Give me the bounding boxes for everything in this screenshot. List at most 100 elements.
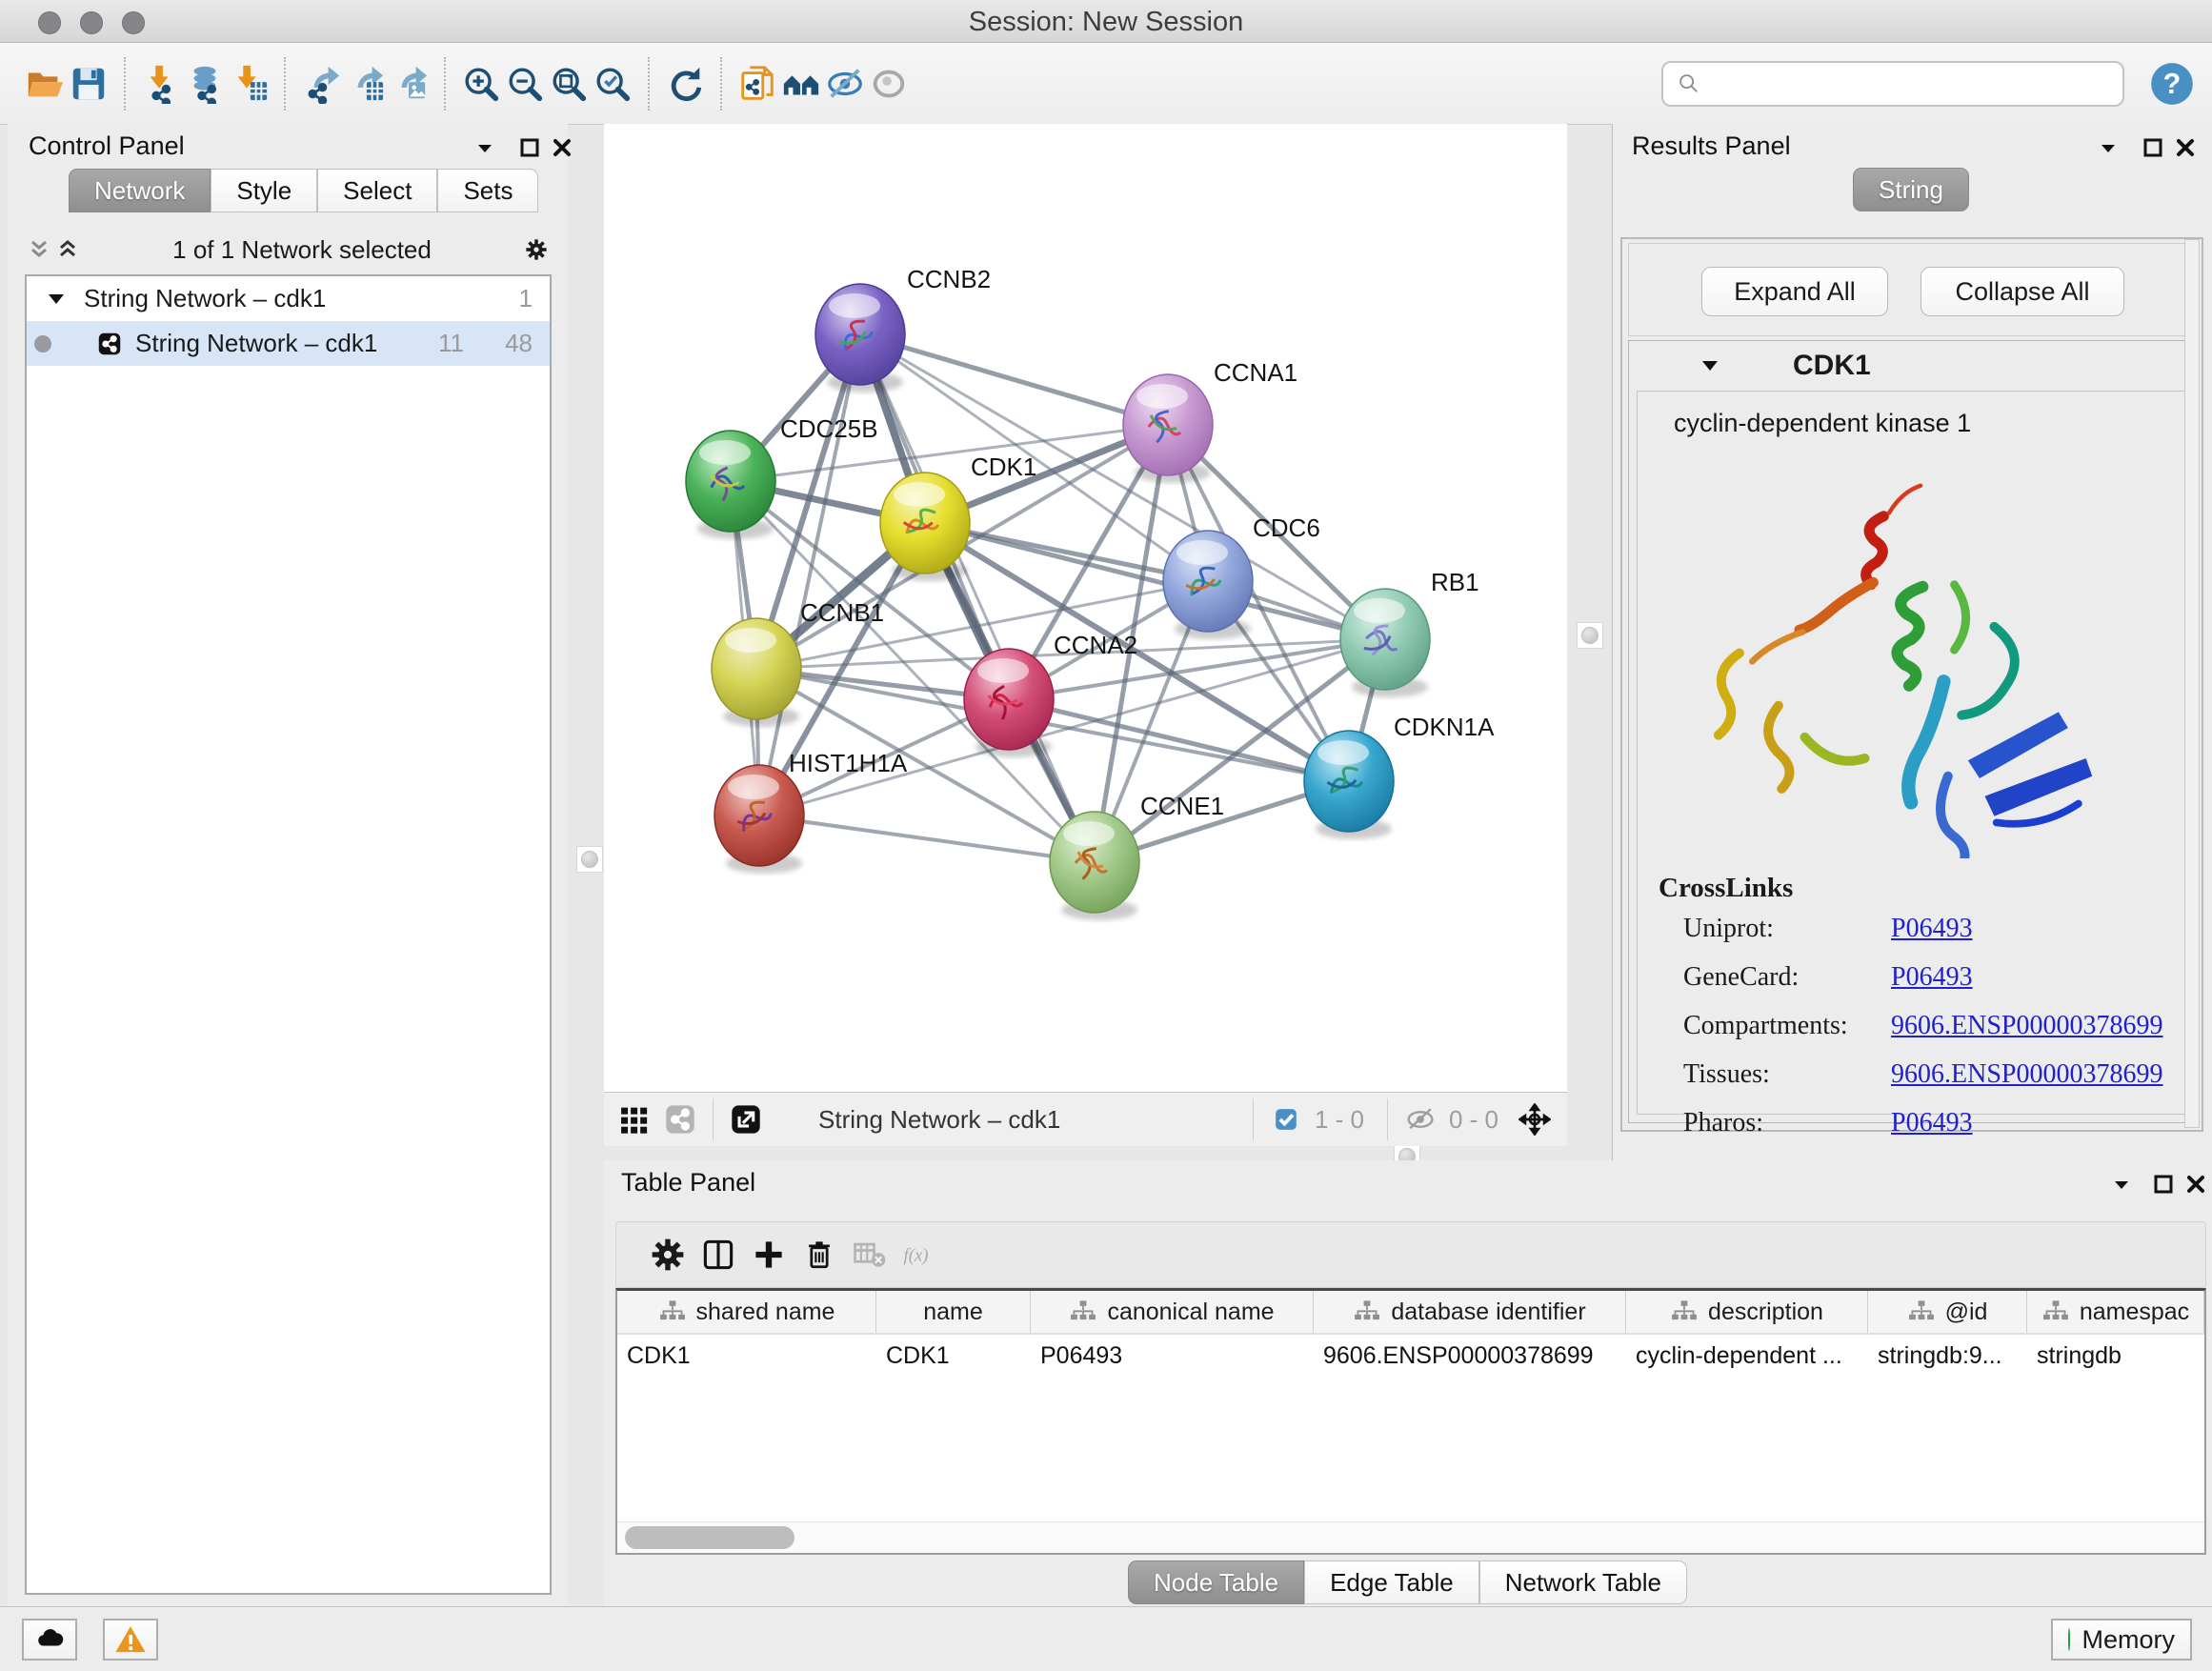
window-titlebar: Session: New Session bbox=[0, 0, 2212, 43]
tab-network[interactable]: Network bbox=[69, 169, 211, 212]
show-columns-icon[interactable] bbox=[694, 1230, 743, 1279]
expand-all-icon[interactable] bbox=[53, 235, 82, 264]
tab-string[interactable]: String bbox=[1853, 168, 1969, 211]
fit-crosshair-icon[interactable] bbox=[1516, 1100, 1554, 1138]
control-panel-close-icon[interactable] bbox=[548, 133, 576, 162]
zoom-fit-icon[interactable] bbox=[547, 62, 591, 106]
table-cell[interactable]: P06493 bbox=[1031, 1335, 1314, 1377]
tab-sets[interactable]: Sets bbox=[437, 169, 538, 212]
table-cell[interactable]: stringdb bbox=[2027, 1335, 2204, 1377]
column-header-name[interactable]: name bbox=[876, 1291, 1031, 1333]
table-row[interactable]: CDK1CDK1P064939606.ENSP00000378699cyclin… bbox=[617, 1335, 2204, 1377]
apply-layout-icon[interactable] bbox=[663, 62, 707, 106]
clone-network-icon[interactable] bbox=[735, 62, 779, 106]
selected-checkbox-icon[interactable] bbox=[1267, 1100, 1305, 1138]
tab-style[interactable]: Style bbox=[211, 169, 317, 212]
import-network-icon[interactable] bbox=[139, 62, 183, 106]
crosslink-row: Pharos: P06493 bbox=[1683, 1108, 2160, 1138]
collection-label: String Network – cdk1 bbox=[84, 284, 326, 313]
right-splitter-handle[interactable] bbox=[1577, 622, 1603, 649]
table-cell[interactable]: CDK1 bbox=[876, 1335, 1031, 1377]
crosslink-link[interactable]: 9606.ENSP00000378699 bbox=[1891, 1011, 2162, 1041]
results-panel-close-icon[interactable] bbox=[2171, 133, 2200, 162]
show-all-icon[interactable] bbox=[867, 62, 911, 106]
crosslink-link[interactable]: P06493 bbox=[1891, 962, 1973, 993]
column-header-description[interactable]: description bbox=[1626, 1291, 1868, 1333]
crosslink-link[interactable]: 9606.ENSP00000378699 bbox=[1891, 1059, 2162, 1090]
hidden-eye-icon[interactable] bbox=[1401, 1100, 1439, 1138]
crosslink-label: Uniprot: bbox=[1683, 914, 1774, 943]
expand-all-button[interactable]: Expand All bbox=[1701, 267, 1888, 316]
tab-select[interactable]: Select bbox=[317, 169, 437, 212]
node-label-CDC6: CDC6 bbox=[1253, 513, 1320, 542]
crosslink-link[interactable]: P06493 bbox=[1891, 1108, 1973, 1138]
tab-edge-table[interactable]: Edge Table bbox=[1304, 1560, 1479, 1604]
network-row[interactable]: String Network – cdk1 11 48 bbox=[27, 321, 550, 366]
collapse-all-button[interactable]: Collapse All bbox=[1920, 267, 2124, 316]
control-panel: Control Panel NetworkStyleSelectSets 1 o… bbox=[8, 124, 568, 1606]
selected-count: 1 - 0 bbox=[1315, 1105, 1364, 1135]
collapse-all-icon[interactable] bbox=[25, 235, 53, 264]
results-panel-float-icon[interactable] bbox=[2139, 133, 2167, 162]
memory-status-dot bbox=[2068, 1628, 2070, 1651]
column-header-namespac[interactable]: namespac bbox=[2027, 1291, 2204, 1333]
column-header-shared-name[interactable]: shared name bbox=[617, 1291, 876, 1333]
network-collection-row[interactable]: String Network – cdk1 1 bbox=[27, 276, 550, 321]
table-panel-menu-icon[interactable] bbox=[2107, 1170, 2136, 1198]
protein-section-header[interactable]: CDK1 bbox=[1629, 341, 2193, 391]
network-status-dot bbox=[34, 335, 51, 352]
control-panel-menu-icon[interactable] bbox=[471, 133, 499, 162]
memory-button[interactable]: Memory bbox=[2051, 1619, 2192, 1661]
export-image-icon[interactable] bbox=[387, 62, 431, 106]
export-network-icon[interactable] bbox=[299, 62, 343, 106]
zoom-out-icon[interactable] bbox=[503, 62, 547, 106]
tab-network-table[interactable]: Network Table bbox=[1479, 1560, 1687, 1604]
hide-selected-icon[interactable] bbox=[823, 62, 867, 106]
column-header-database-identifier[interactable]: database identifier bbox=[1314, 1291, 1626, 1333]
table-panel-close-icon[interactable] bbox=[2182, 1170, 2210, 1198]
table-cell[interactable]: CDK1 bbox=[617, 1335, 876, 1377]
import-table-icon[interactable] bbox=[227, 62, 271, 106]
search-box[interactable] bbox=[1661, 61, 2124, 107]
table-tabs: Node TableEdge TableNetwork Table bbox=[1128, 1560, 1687, 1604]
section-expander-icon[interactable] bbox=[1696, 352, 1724, 380]
grid-view-icon[interactable] bbox=[615, 1100, 654, 1138]
export-table-icon[interactable] bbox=[343, 62, 387, 106]
open-session-icon[interactable] bbox=[23, 62, 67, 106]
column-header--id[interactable]: @id bbox=[1868, 1291, 2027, 1333]
delete-column-icon[interactable] bbox=[794, 1230, 844, 1279]
help-button[interactable]: ? bbox=[2149, 61, 2195, 107]
first-neighbors-icon[interactable] bbox=[779, 62, 823, 106]
table-header-row: shared namenamecanonical namedatabase id… bbox=[617, 1291, 2204, 1335]
table-cell[interactable]: cyclin-dependent ... bbox=[1626, 1335, 1868, 1377]
node-label-HIST1H1A: HIST1H1A bbox=[789, 749, 908, 777]
import-network-database-icon[interactable] bbox=[183, 62, 227, 106]
node-table[interactable]: shared namenamecanonical namedatabase id… bbox=[615, 1288, 2206, 1555]
network-canvas[interactable]: CCNB2 CCNA1 CDC25B CDK1 CDC6 RB1 CCNB1 C… bbox=[604, 124, 1567, 1092]
table-panel-float-icon[interactable] bbox=[2149, 1170, 2178, 1198]
results-panel-menu-icon[interactable] bbox=[2094, 133, 2122, 162]
table-horizontal-scrollbar[interactable] bbox=[617, 1521, 2204, 1553]
crosslink-link[interactable]: P06493 bbox=[1891, 914, 1973, 944]
results-panel-title: Results Panel bbox=[1632, 131, 1791, 161]
search-input[interactable] bbox=[1703, 68, 2122, 99]
add-column-icon[interactable] bbox=[744, 1230, 794, 1279]
zoom-in-icon[interactable] bbox=[459, 62, 503, 106]
collection-expander-icon[interactable] bbox=[42, 285, 70, 313]
control-panel-float-icon[interactable] bbox=[515, 133, 544, 162]
warning-button[interactable] bbox=[103, 1619, 158, 1661]
tab-node-table[interactable]: Node Table bbox=[1128, 1560, 1304, 1604]
table-settings-gear-icon[interactable] bbox=[643, 1230, 693, 1279]
results-scrollbar[interactable] bbox=[2184, 239, 2200, 1128]
table-cell[interactable]: stringdb:9... bbox=[1868, 1335, 2027, 1377]
detach-view-icon[interactable] bbox=[727, 1100, 765, 1138]
save-session-icon[interactable] bbox=[67, 62, 111, 106]
zoom-selected-icon[interactable] bbox=[591, 62, 634, 106]
left-splitter-handle[interactable] bbox=[576, 846, 603, 873]
string-view-icon[interactable] bbox=[661, 1100, 699, 1138]
cloud-button[interactable] bbox=[22, 1619, 77, 1661]
column-header-canonical-name[interactable]: canonical name bbox=[1031, 1291, 1314, 1333]
table-toolbar: f(x) bbox=[615, 1221, 2206, 1288]
table-cell[interactable]: 9606.ENSP00000378699 bbox=[1314, 1335, 1626, 1377]
network-options-gear-icon[interactable] bbox=[522, 235, 551, 264]
